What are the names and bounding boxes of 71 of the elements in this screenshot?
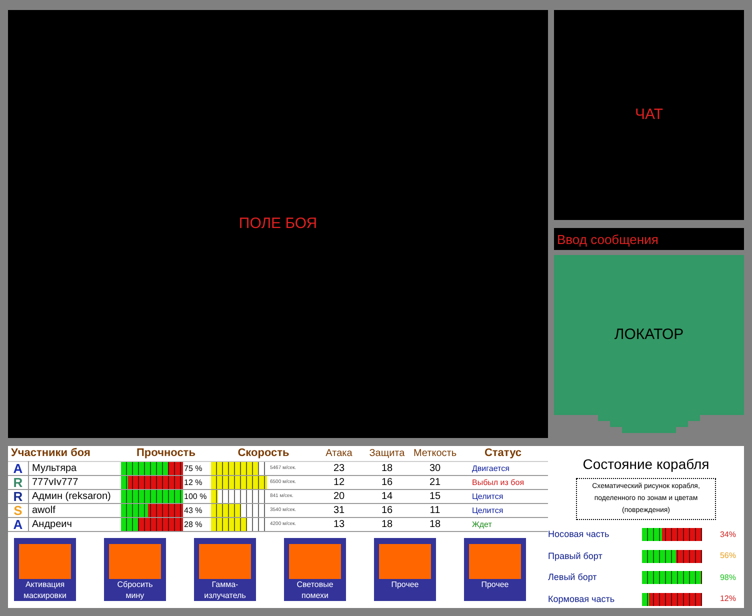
defense-value: 18 (380, 518, 394, 532)
attack-value: 23 (332, 462, 346, 476)
zone-reading: 34% (720, 528, 736, 541)
status-text: Целится (471, 504, 504, 516)
accuracy-value: 21 (428, 476, 442, 490)
meter-bar (211, 504, 267, 517)
zone-name: Кормовая часть (548, 592, 616, 606)
defense-value: 16 (380, 504, 394, 518)
action-image (199, 544, 251, 579)
ship-state-title: Состояние корабля (582, 455, 710, 474)
action-image (109, 544, 161, 579)
chat-label: ЧАТ (635, 104, 663, 125)
defense-value: 14 (380, 490, 394, 504)
action-image (289, 544, 341, 579)
zone-reading: 98% (720, 572, 736, 584)
attack-value: 13 (332, 518, 346, 532)
durability-bar (121, 518, 183, 531)
column-header: Прочность (136, 446, 196, 460)
meter-bar (642, 550, 702, 563)
action-button[interactable]: Активация маскировки (14, 538, 76, 601)
meter-bar (642, 592, 702, 606)
battlefield-label: ПОЛЕ БОЯ (238, 214, 318, 234)
durability-bar (121, 476, 183, 489)
column-header: Статус (483, 446, 523, 460)
zone-reading: 12% (720, 593, 736, 606)
durability-bar (121, 490, 183, 503)
durability-reading: 28 % (184, 518, 202, 530)
attack-value: 12 (332, 476, 346, 490)
action-button[interactable]: Прочее (374, 538, 436, 601)
action-image (19, 544, 71, 579)
zone-name: Правый борт (548, 550, 604, 563)
column-header: Скорость (236, 446, 290, 460)
action-button[interactable]: Сбросить мину (104, 538, 166, 601)
status-text: Ждет (471, 518, 493, 530)
meter-bar (642, 528, 702, 542)
column-header: Защита (368, 447, 406, 461)
action-button[interactable]: Гамма-излучатель (194, 538, 256, 601)
durability-bar (121, 462, 183, 475)
attack-value: 31 (332, 504, 346, 518)
action-button[interactable]: Световые помехи (284, 538, 346, 601)
durability-reading: 100 % (184, 490, 207, 502)
action-image (379, 544, 431, 579)
meter-bar (211, 490, 267, 503)
column-header: Меткость (412, 447, 458, 461)
status-text: Двигается (471, 462, 510, 474)
durability-bar (121, 504, 183, 517)
durability-reading: 75 % (184, 462, 202, 474)
column-header: Участники боя (10, 446, 92, 460)
zone-name: Левый борт (548, 571, 598, 584)
defense-value: 18 (380, 462, 394, 476)
meter-bar (211, 462, 267, 475)
column-header: Атака (324, 447, 354, 461)
meter-bar (642, 571, 702, 584)
durability-reading: 43 % (184, 504, 202, 516)
durability-reading: 12 % (184, 476, 202, 488)
radar-label: ЛОКАТОР (614, 324, 684, 345)
zone-name: Носовая часть (548, 528, 610, 541)
status-text: Выбыл из боя (471, 476, 526, 488)
meter-bar (211, 476, 267, 489)
zone-reading: 56% (720, 550, 736, 562)
accuracy-value: 11 (428, 504, 442, 518)
accuracy-value: 18 (428, 518, 442, 532)
action-image (469, 544, 521, 579)
status-text: Целится (471, 490, 504, 502)
accuracy-value: 15 (428, 490, 442, 504)
defense-value: 16 (380, 476, 394, 490)
action-button[interactable]: Прочее (464, 538, 526, 601)
meter-bar (211, 518, 267, 531)
message-input[interactable]: Ввод сообщения (554, 228, 744, 250)
attack-value: 20 (332, 490, 346, 504)
accuracy-value: 30 (428, 462, 442, 476)
